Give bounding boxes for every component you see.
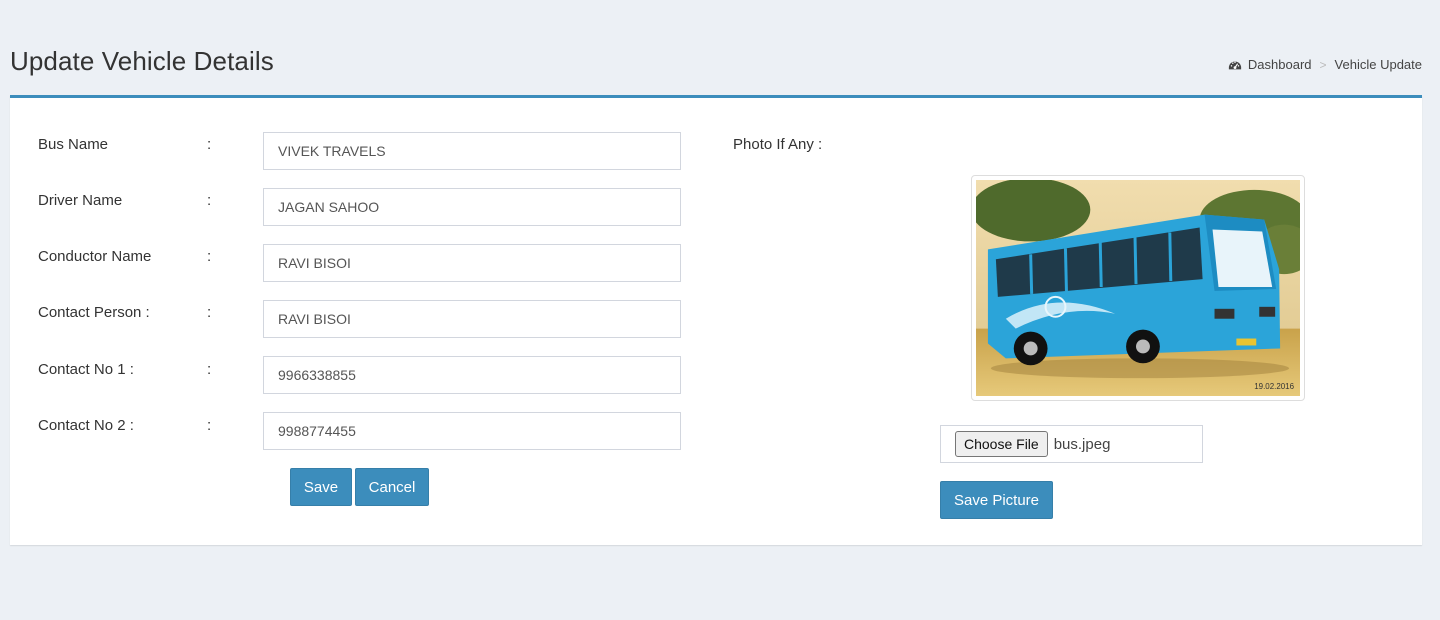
photo-date-stamp: 19.02.2016 <box>1254 382 1294 391</box>
contact-no-1-colon: : <box>207 361 212 378</box>
contact-person-colon: : <box>207 304 212 321</box>
choose-file-button[interactable]: Choose File <box>955 431 1048 457</box>
bus-image: 19.02.2016 <box>976 180 1300 396</box>
driver-name-input[interactable] <box>263 188 681 226</box>
contact-no-2-input[interactable] <box>263 412 681 450</box>
save-picture-button[interactable]: Save Picture <box>940 481 1053 519</box>
dashboard-icon <box>1228 61 1242 69</box>
file-name: bus.jpeg <box>1053 435 1111 453</box>
bus-name-input[interactable] <box>263 132 681 170</box>
save-button[interactable]: Save <box>290 468 352 506</box>
bus-name-colon: : <box>207 136 212 153</box>
breadcrumb-dashboard-link[interactable]: Dashboard <box>1248 57 1312 72</box>
contact-no-2-colon: : <box>207 417 212 434</box>
update-vehicle-box: Bus Name : Driver Name : Conductor Name … <box>10 95 1422 545</box>
file-upload-field: Choose File bus.jpeg <box>940 425 1203 463</box>
breadcrumb: Dashboard > Vehicle Update <box>1228 57 1422 72</box>
contact-person-input[interactable] <box>263 300 681 338</box>
contact-no-1-input[interactable] <box>263 356 681 394</box>
contact-person-label: Contact Person : <box>38 304 150 321</box>
conductor-name-label: Conductor Name <box>38 248 152 265</box>
driver-name-label: Driver Name <box>38 192 123 209</box>
cancel-button[interactable]: Cancel <box>355 468 429 506</box>
page-title: Update Vehicle Details <box>10 46 274 76</box>
contact-no-1-label: Contact No 1 : <box>38 361 134 378</box>
conductor-name-input[interactable] <box>263 244 681 282</box>
bus-photo: 19.02.2016 <box>971 175 1305 401</box>
bus-name-label: Bus Name <box>38 136 109 153</box>
conductor-name-colon: : <box>207 248 212 265</box>
breadcrumb-current: Vehicle Update <box>1334 57 1422 72</box>
photo-label: Photo If Any : <box>733 136 823 153</box>
contact-no-2-label: Contact No 2 : <box>38 417 134 434</box>
driver-name-colon: : <box>207 192 212 209</box>
breadcrumb-separator: > <box>1319 57 1327 72</box>
